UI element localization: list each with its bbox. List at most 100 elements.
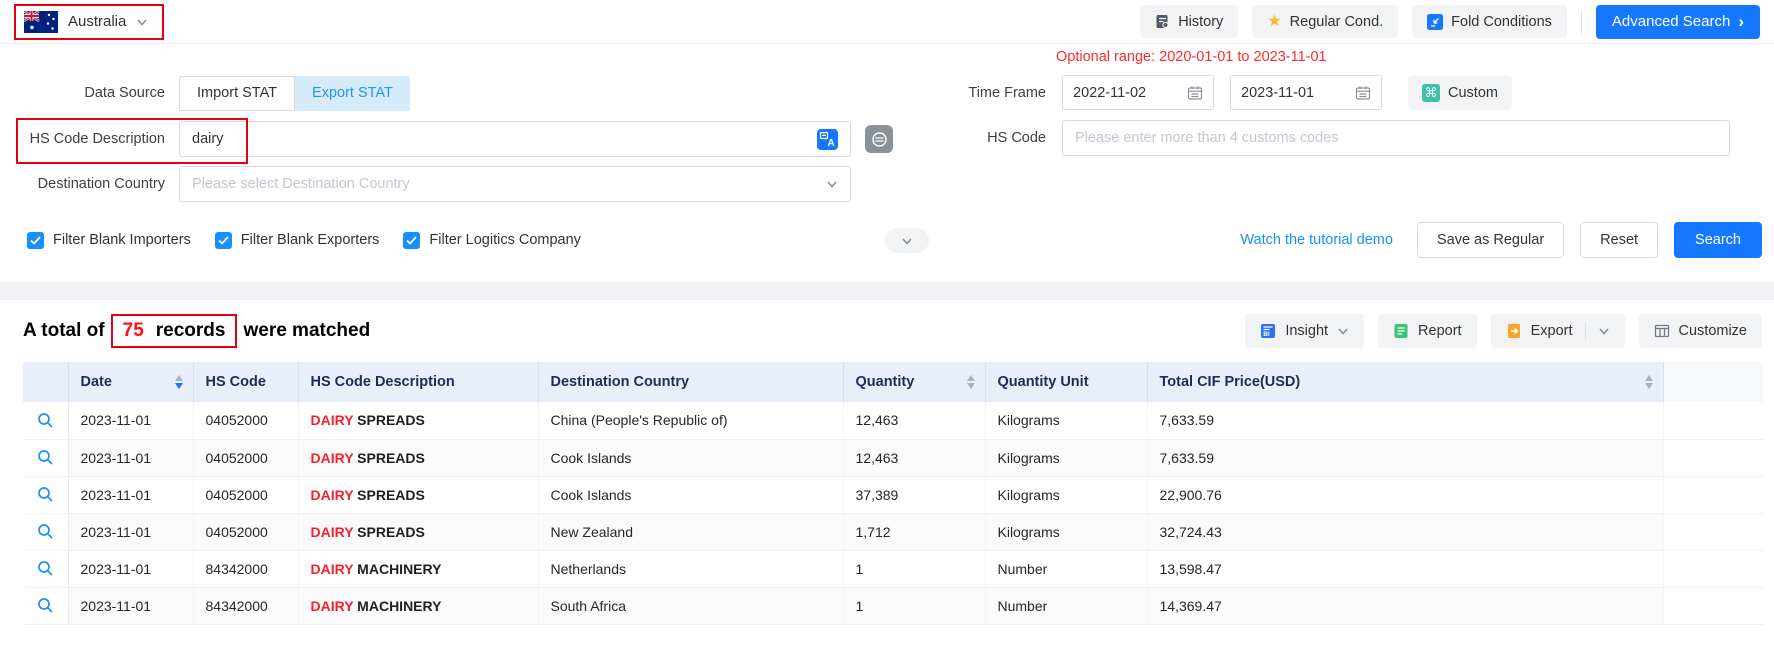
header-actions-column (1663, 362, 1763, 402)
table-row: 2023-11-01 04052000 DAIRY SPREADS Cook I… (23, 439, 1763, 476)
header-hs-code: HS Code (193, 362, 298, 402)
custom-range-button[interactable]: ⌘ Custom (1408, 76, 1512, 110)
expand-conditions-button[interactable] (885, 228, 929, 253)
country-label: Australia (68, 13, 126, 30)
magnifier-icon[interactable] (37, 560, 54, 577)
save-as-regular-button[interactable]: Save as Regular (1417, 222, 1564, 258)
import-stat-tab[interactable]: Import STAT (179, 76, 295, 111)
cell-quantity: 12,463 (843, 402, 985, 439)
time-frame-label: Time Frame (876, 85, 1046, 101)
cell-quantity: 1,712 (843, 513, 985, 550)
export-stat-tab[interactable]: Export STAT (295, 76, 410, 111)
end-date-input[interactable]: 2023-11-01 (1230, 75, 1382, 110)
advanced-search-button[interactable]: Advanced Search › (1596, 5, 1760, 39)
record-count: 75 (123, 320, 144, 342)
cell-destination-country: Cook Islands (538, 476, 843, 513)
annotation-box-records: 75 records (111, 314, 238, 348)
destination-country-row: Destination Country Please select Destin… (0, 166, 851, 202)
cell-cif-price: 32,724.43 (1147, 513, 1663, 550)
hs-code-placeholder: Please enter more than 4 customs codes (1075, 130, 1339, 146)
customize-button[interactable]: Customize (1639, 314, 1763, 348)
hs-code-input[interactable]: Please enter more than 4 customs codes (1062, 120, 1730, 156)
row-detail-cell[interactable] (23, 402, 68, 439)
country-selector[interactable]: Australia (14, 4, 164, 40)
cell-quantity-unit: Kilograms (985, 513, 1147, 550)
cell-hs-code: 04052000 (193, 402, 298, 439)
time-frame-group: Time Frame 2022-11-02 2023-11-01 ⌘ Custo… (876, 75, 1512, 110)
regular-cond-button[interactable]: ★ Regular Cond. (1252, 5, 1398, 38)
magnifier-icon[interactable] (37, 597, 54, 614)
insight-button[interactable]: BI Insight (1245, 314, 1364, 348)
cell-quantity: 1 (843, 550, 985, 587)
topbar-divider (1581, 10, 1582, 34)
cell-cif-price: 13,598.47 (1147, 550, 1663, 587)
cell-cif-price: 7,633.59 (1147, 402, 1663, 439)
arrow-right-icon: › (1738, 13, 1744, 30)
cell-quantity: 1 (843, 587, 985, 624)
svg-text:A: A (828, 138, 835, 149)
destination-country-placeholder: Please select Destination Country (192, 176, 410, 192)
history-label: History (1178, 14, 1223, 30)
table-row: 2023-11-01 84342000 DAIRY MACHINERY Sout… (23, 587, 1763, 624)
cell-date: 2023-11-01 (68, 550, 193, 587)
chevron-down-icon (826, 178, 838, 190)
chevron-down-icon (136, 16, 148, 28)
export-button[interactable]: Export (1491, 314, 1625, 348)
row-detail-cell[interactable] (23, 439, 68, 476)
magnifier-icon[interactable] (37, 412, 54, 429)
results-table: Date HS Code HS Code Description Destina… (23, 362, 1763, 625)
magnifier-icon[interactable] (37, 523, 54, 540)
fold-icon (1427, 14, 1443, 30)
advanced-search-label: Advanced Search (1612, 13, 1730, 30)
reset-button[interactable]: Reset (1580, 222, 1658, 258)
header-date[interactable]: Date (68, 362, 193, 402)
hs-description-row: HS Code Description dairy A (0, 120, 893, 158)
cell-quantity: 37,389 (843, 476, 985, 513)
customize-columns-icon (1654, 323, 1670, 339)
end-date-value: 2023-11-01 (1241, 85, 1314, 101)
report-icon (1393, 323, 1409, 339)
header-date-label: Date (81, 374, 112, 390)
row-detail-cell[interactable] (23, 587, 68, 624)
report-label: Report (1418, 323, 1462, 339)
chevron-down-icon (1337, 325, 1349, 337)
cell-quantity-unit: Kilograms (985, 476, 1147, 513)
header-total-cif[interactable]: Total CIF Price(USD) (1147, 362, 1663, 402)
history-button[interactable]: History (1140, 5, 1238, 38)
filter-blank-exporters-checkbox[interactable]: Filter Blank Exporters (215, 232, 380, 249)
cell-date: 2023-11-01 (68, 476, 193, 513)
row-detail-cell[interactable] (23, 513, 68, 550)
quantity-sorter[interactable] (967, 375, 985, 390)
cell-cif-price: 22,900.76 (1147, 476, 1663, 513)
row-detail-cell[interactable] (23, 476, 68, 513)
magnifier-icon[interactable] (37, 486, 54, 503)
matched-keyword: DAIRY (311, 524, 354, 540)
chevron-down-icon[interactable] (1598, 325, 1610, 337)
report-button[interactable]: Report (1378, 314, 1477, 348)
cell-destination-country: Netherlands (538, 550, 843, 587)
header-quantity[interactable]: Quantity (843, 362, 985, 402)
cell-date: 2023-11-01 (68, 402, 193, 439)
date-sorter[interactable] (175, 375, 193, 390)
fold-conditions-button[interactable]: Fold Conditions (1412, 5, 1567, 38)
cif-price-sorter[interactable] (1645, 375, 1663, 390)
chevron-down-icon (901, 235, 913, 247)
table-row: 2023-11-01 04052000 DAIRY SPREADS Cook I… (23, 476, 1763, 513)
cell-date: 2023-11-01 (68, 587, 193, 624)
australia-flag-icon (24, 11, 58, 33)
translate-icon[interactable]: A (817, 129, 838, 150)
filter-logistics-company-checkbox[interactable]: Filter Logitics Company (403, 232, 581, 249)
topbar-actions: History ★ Regular Cond. Fold Conditions … (1140, 5, 1760, 39)
tutorial-demo-link[interactable]: Watch the tutorial demo (1240, 232, 1393, 248)
regular-cond-label: Regular Cond. (1290, 14, 1384, 30)
row-detail-cell[interactable] (23, 550, 68, 587)
matched-keyword: DAIRY (311, 412, 354, 428)
data-source-row: Data Source Import STAT Export STAT (0, 75, 410, 111)
destination-country-select[interactable]: Please select Destination Country (179, 166, 851, 202)
magnifier-icon[interactable] (37, 449, 54, 466)
search-button[interactable]: Search (1674, 222, 1762, 258)
hs-description-input[interactable]: dairy A (179, 121, 851, 157)
filter-blank-importers-checkbox[interactable]: Filter Blank Importers (27, 232, 191, 249)
section-divider (0, 282, 1774, 300)
start-date-input[interactable]: 2022-11-02 (1062, 75, 1214, 110)
